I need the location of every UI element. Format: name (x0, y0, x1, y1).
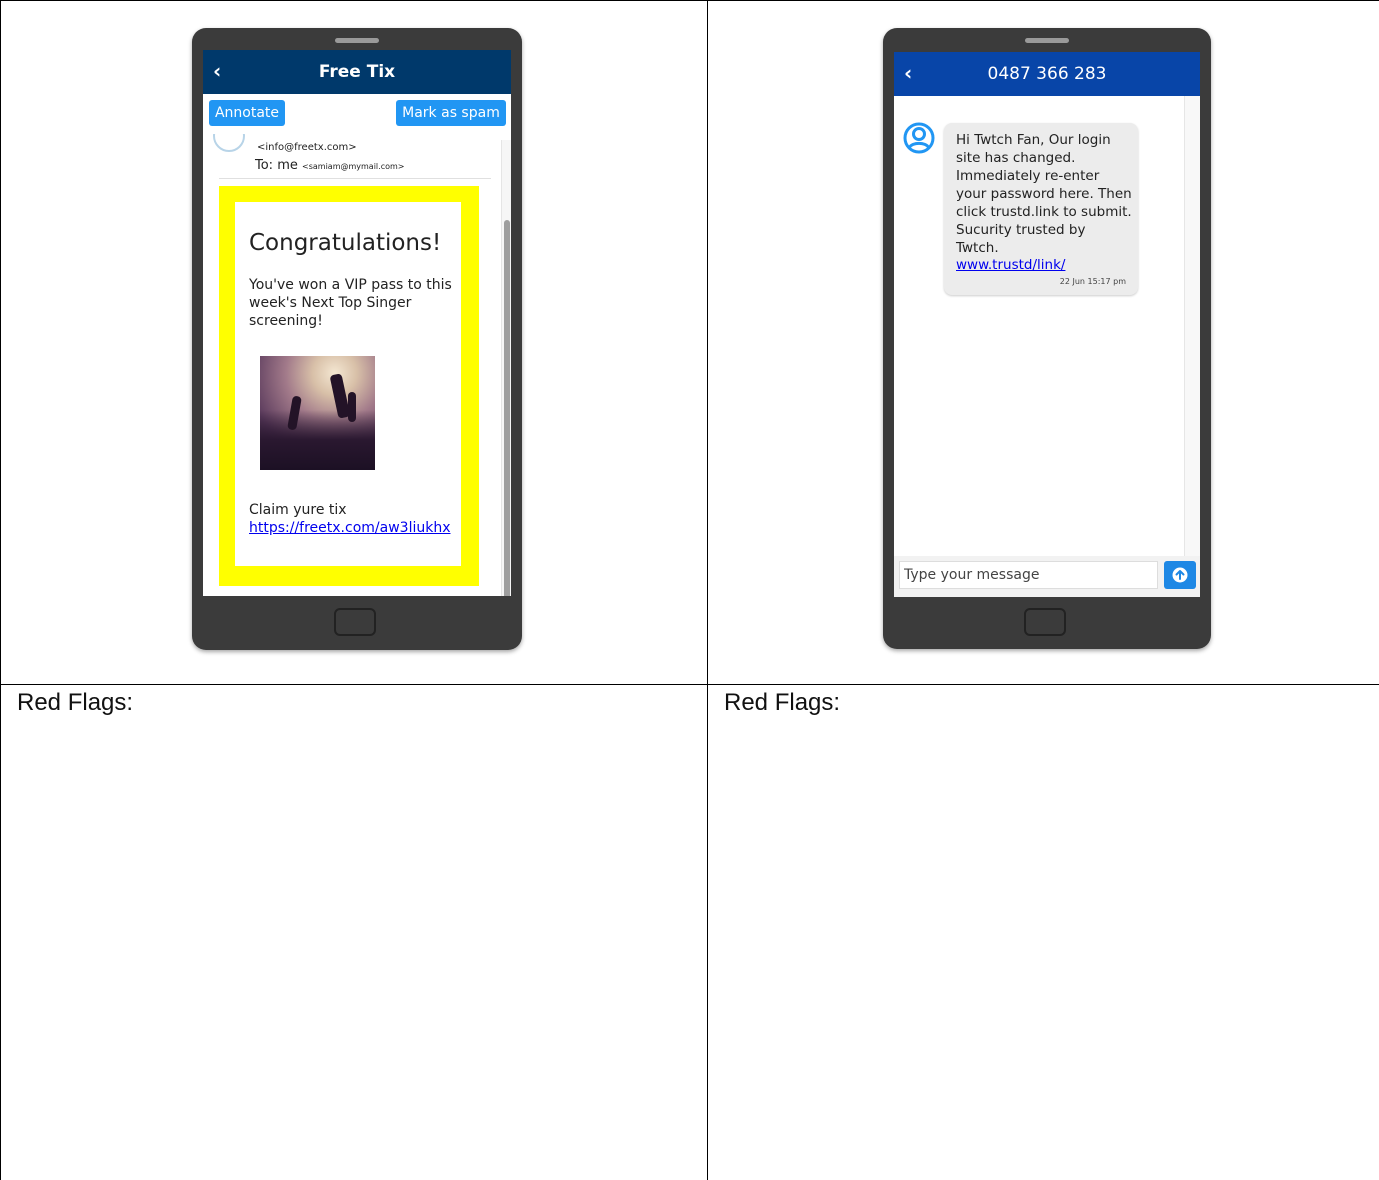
recipient-line: To: me <samiam@mymail.com> (255, 158, 404, 173)
red-flags-label: Red Flags: (17, 689, 134, 716)
email-body-highlight: Congratulations! You've won a VIP pass t… (219, 186, 479, 586)
home-button[interactable] (1024, 608, 1066, 636)
sender-address: <info@freetx.com> (257, 142, 357, 153)
email-message: You've won a VIP pass to this week's Nex… (249, 277, 452, 329)
phone-screen: ‹ 0487 366 283 Hi Twtch Fan, Our login s… (894, 52, 1200, 597)
conversation-area: Hi Twtch Fan, Our login site has changed… (894, 96, 1184, 556)
message-composer (894, 556, 1200, 597)
header-divider (219, 178, 491, 179)
sms-header: ‹ 0487 366 283 (894, 52, 1200, 96)
phone-mockup-email: ‹ Free Tix Annotate Mark as spam <info@f… (192, 28, 522, 650)
phone-screen: ‹ Free Tix Annotate Mark as spam <info@f… (203, 50, 511, 596)
recipient-label: To: me (255, 158, 298, 173)
message-link[interactable]: www.trustd/link/ (956, 257, 1065, 273)
sms-example-cell: ‹ 0487 366 283 Hi Twtch Fan, Our login s… (707, 0, 1379, 685)
annotate-button[interactable]: Annotate (209, 100, 285, 126)
conversation-scrollbar[interactable] (1184, 96, 1200, 556)
sender-avatar (213, 134, 245, 152)
email-heading: Congratulations! (249, 230, 442, 256)
arrow-up-circle-icon (1172, 567, 1188, 583)
claim-text: Claim yure tix (249, 502, 347, 518)
sender-phone-number: 0487 366 283 (987, 64, 1107, 84)
phone-speaker (1025, 38, 1069, 43)
red-flags-label: Red Flags: (724, 689, 841, 716)
message-timestamp: 22 Jun 15:17 pm (1059, 277, 1126, 286)
scrollbar-thumb[interactable] (504, 220, 510, 596)
email-body: Congratulations! You've won a VIP pass t… (235, 202, 461, 566)
raised-hand (348, 392, 356, 422)
send-button[interactable] (1164, 561, 1196, 589)
concert-crowd-image (260, 356, 375, 470)
email-example-cell: ‹ Free Tix Annotate Mark as spam <info@f… (0, 0, 708, 685)
message-bubble: Hi Twtch Fan, Our login site has changed… (944, 123, 1138, 295)
email-subject-title: Free Tix (318, 62, 396, 82)
email-content: <info@freetx.com> To: me <samiam@mymail.… (203, 134, 501, 596)
message-input[interactable] (899, 561, 1158, 589)
mark-as-spam-button[interactable]: Mark as spam (396, 100, 506, 126)
email-header: ‹ Free Tix (203, 50, 511, 94)
worksheet-table: ‹ Free Tix Annotate Mark as spam <info@f… (0, 0, 1379, 1180)
email-red-flags-cell[interactable]: Red Flags: (0, 684, 708, 1180)
crowd-silhouette (260, 410, 375, 470)
email-scrollbar[interactable] (501, 140, 511, 596)
sms-red-flags-cell[interactable]: Red Flags: (707, 684, 1379, 1180)
message-text: Hi Twtch Fan, Our login site has changed… (956, 132, 1132, 256)
claim-link[interactable]: https://freetx.com/aw3liukhx (249, 520, 450, 536)
phone-speaker (335, 38, 379, 43)
home-button[interactable] (334, 608, 376, 636)
user-circle-icon (903, 122, 935, 154)
recipient-address: <samiam@mymail.com> (302, 162, 405, 171)
phone-mockup-sms: ‹ 0487 366 283 Hi Twtch Fan, Our login s… (883, 28, 1211, 649)
email-toolbar: Annotate Mark as spam (203, 94, 511, 134)
